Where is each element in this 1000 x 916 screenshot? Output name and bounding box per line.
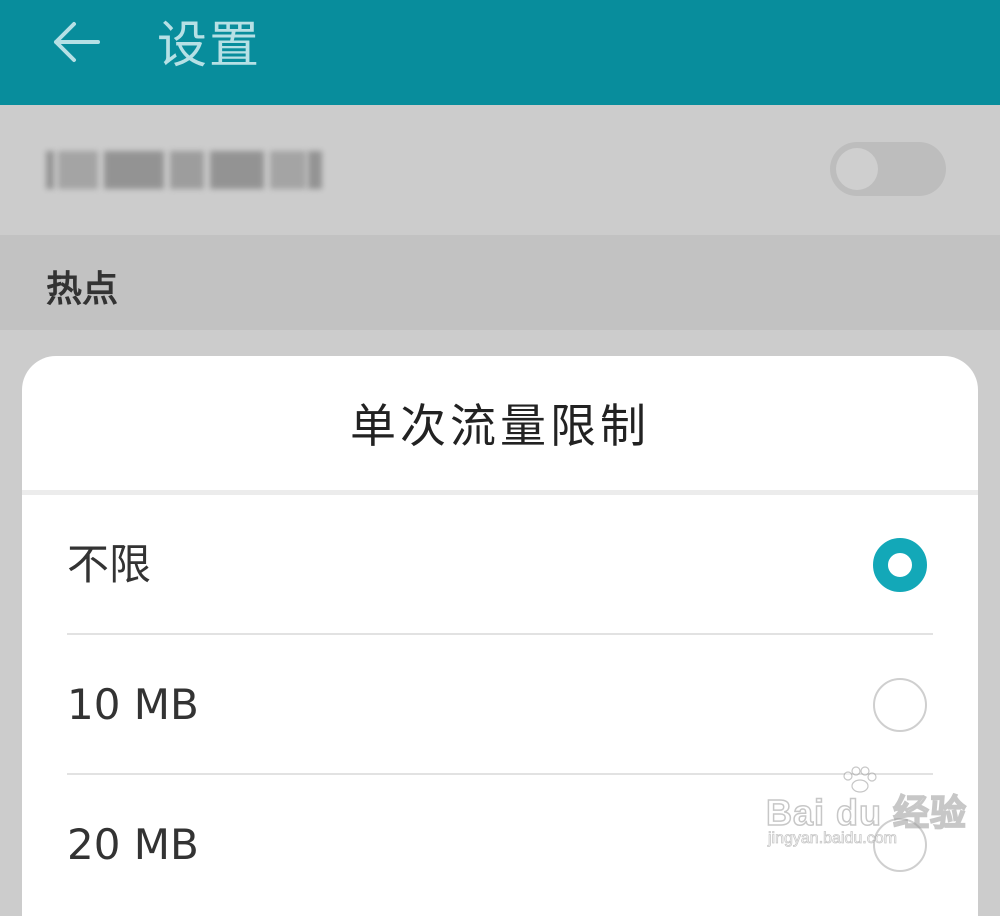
watermark-text: Bai du 经验 bbox=[765, 791, 968, 834]
option-10mb[interactable]: 10 MB bbox=[67, 635, 933, 775]
dialog-title: 单次流量限制 bbox=[350, 399, 650, 453]
section-title: 热点 bbox=[46, 269, 119, 310]
section-header bbox=[0, 235, 1000, 330]
option-label: 10 MB bbox=[67, 680, 199, 729]
option-label: 20 MB bbox=[67, 820, 199, 869]
hotspot-toggle[interactable] bbox=[830, 142, 946, 196]
back-button[interactable] bbox=[44, 10, 108, 74]
arrow-left-icon bbox=[54, 22, 100, 62]
toggle-knob bbox=[836, 148, 878, 190]
redacted-label bbox=[46, 151, 326, 189]
radio-unchecked-icon[interactable] bbox=[873, 678, 927, 732]
watermark-subtext: jingyan.baidu.com bbox=[768, 830, 898, 848]
app-bar: 设置 bbox=[0, 0, 1000, 105]
baidu-jingyan-watermark: Bai du 经验 jingyan.baidu.com bbox=[760, 766, 967, 862]
option-unlimited[interactable]: 不限 bbox=[67, 495, 933, 635]
radio-checked-icon[interactable] bbox=[873, 538, 927, 592]
option-label: 不限 bbox=[67, 540, 152, 589]
page-title: 设置 bbox=[157, 16, 261, 74]
